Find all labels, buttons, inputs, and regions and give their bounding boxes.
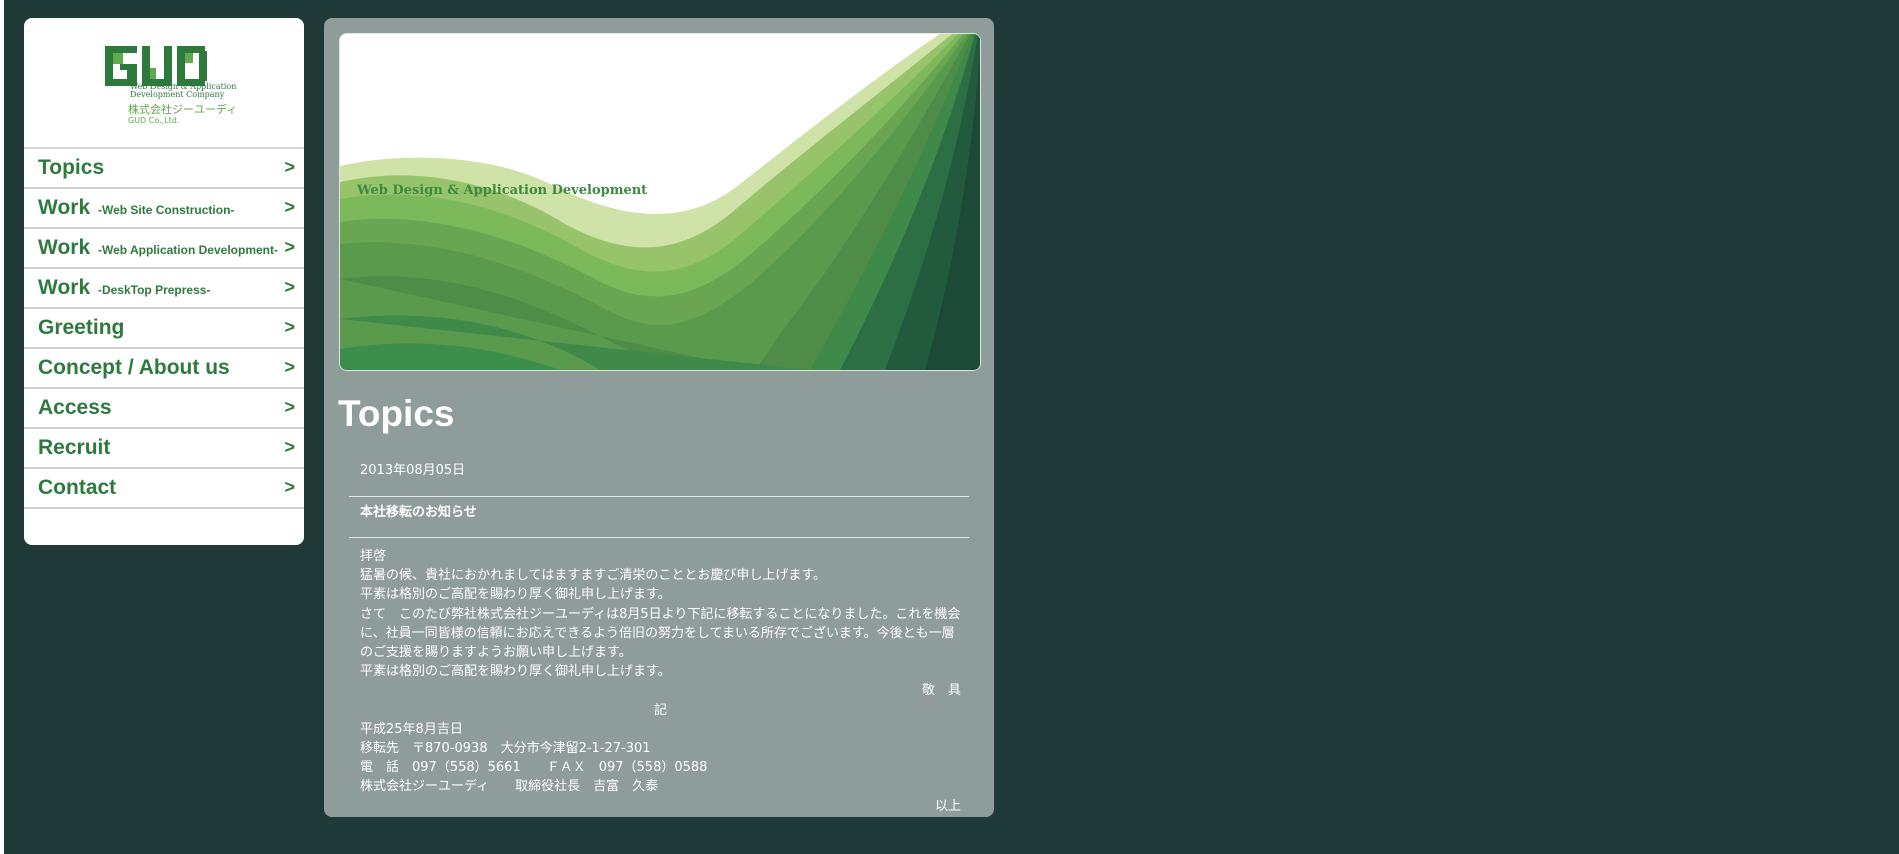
nav-item-work-dtp[interactable]: Work -DeskTop Prepress- > [24,269,304,309]
chevron-right-icon: > [284,397,295,417]
post-date: 2013年08月05日 [360,463,466,478]
nav-item-label: Recruit [38,436,110,460]
hero-banner: Web Design & Application Development [339,33,981,371]
hero-wave-graphic [340,34,980,370]
nav-item-label: Topics [38,156,104,180]
nav-item-label: Work -Web Application Development- [38,236,278,262]
chevron-right-icon: > [284,437,295,457]
post-title: 本社移転のお知らせ [360,505,477,520]
nav-label-text: Work [38,276,91,299]
post-ki: 記 [653,702,667,718]
nav-label-text: Work [38,236,91,259]
nav-item-contact[interactable]: Contact > [24,469,304,509]
post-paragraph: さて このたび弊社株式会社ジーユーディは8月5日より下記に移転することになりまし… [360,606,961,661]
nav-item-label: Contact [38,476,116,500]
nav-sublabel: -Web Site Construction- [97,203,235,217]
logo-text: GUD [105,86,106,87]
chevron-right-icon: > [284,237,295,257]
post-phone: 電 話 097（558）5661 ＦＡＸ 097（558）0588 [360,760,708,776]
nav-item-concept[interactable]: Concept / About us > [24,349,304,389]
nav-item-label: Greeting [38,316,124,340]
main-panel: Web Design & Application Development Top… [324,18,994,817]
nav-sublabel: -DeskTop Prepress- [97,283,211,297]
nav-item-access[interactable]: Access > [24,389,304,429]
logo-tagline-line: Development Company [130,90,225,99]
nav-item-label: Concept / About us [38,356,230,380]
nav-label-text: Recruit [38,436,111,459]
post-signature: 株式会社ジーユーディ 取締役社長 吉富 久泰 [360,779,659,795]
company-name-jp: 株式会社ジーユーディ [128,103,238,116]
logo-tagline: Web Design & Application Development Com… [130,83,236,99]
chevron-right-icon: > [284,477,295,497]
nav-item-label: Work -Web Site Construction- [38,196,234,222]
post-date-line: 平成25年8月吉日 [360,721,463,737]
logo[interactable]: GUD Web Design & Application Development… [24,18,304,149]
nav-label-text: Concept / About us [38,356,230,379]
nav-item-greeting[interactable]: Greeting > [24,309,304,349]
post-opening: 拝啓 [360,549,387,564]
post-paragraph: 平素は格別のご高配を賜わり厚く御礼申し上げます。 [360,587,671,603]
nav-item-recruit[interactable]: Recruit > [24,429,304,469]
nav-sublabel: -Web Application Development- [97,243,278,257]
hero-caption: Web Design & Application Development [357,183,648,198]
chevron-right-icon: > [284,277,295,297]
nav-label-text: Contact [38,476,117,499]
nav-item-topics[interactable]: Topics > [24,149,304,189]
chevron-right-icon: > [284,197,295,217]
post-paragraph: 猛暑の候、貴社におかれましてはますますご清栄のこととお慶び申し上げます。 [360,568,827,584]
nav-item-work-web-app[interactable]: Work -Web Application Development- > [24,229,304,269]
news-post: 2013年08月05日 本社移転のお知らせ 拝啓 猛暑の候、貴社におかれましては… [349,456,969,816]
nav-label-text: Work [38,196,91,219]
post-end: 以上 [934,798,961,814]
post-address: 移転先 〒870-0938 大分市今津留2-1-27-301 [360,741,651,757]
nav-label-text: Greeting [38,316,125,339]
chevron-right-icon: > [284,157,295,177]
chevron-right-icon: > [284,317,295,337]
nav-item-label: Work -DeskTop Prepress- [38,276,210,302]
post-closing: 敬 具 [921,683,961,699]
nav-item-work-web-site[interactable]: Work -Web Site Construction- > [24,189,304,229]
chevron-right-icon: > [284,357,295,377]
main-nav: Topics > Work -Web Site Construction- > … [24,149,304,509]
nav-item-label: Access [38,396,112,420]
nav-label-text: Topics [38,156,105,179]
sidebar: GUD Web Design & Application Development… [24,18,304,545]
post-paragraph: 平素は格別のご高配を賜わり厚く御礼申し上げます。 [360,664,671,680]
post-body: 拝啓 猛暑の候、貴社におかれましてはますますご清栄のこととお慶び申し上げます。 … [349,538,969,816]
company-name-en: GUD Co.,Ltd. [128,116,180,125]
nav-label-text: Access [38,396,112,419]
page-title: Topics [338,393,455,434]
